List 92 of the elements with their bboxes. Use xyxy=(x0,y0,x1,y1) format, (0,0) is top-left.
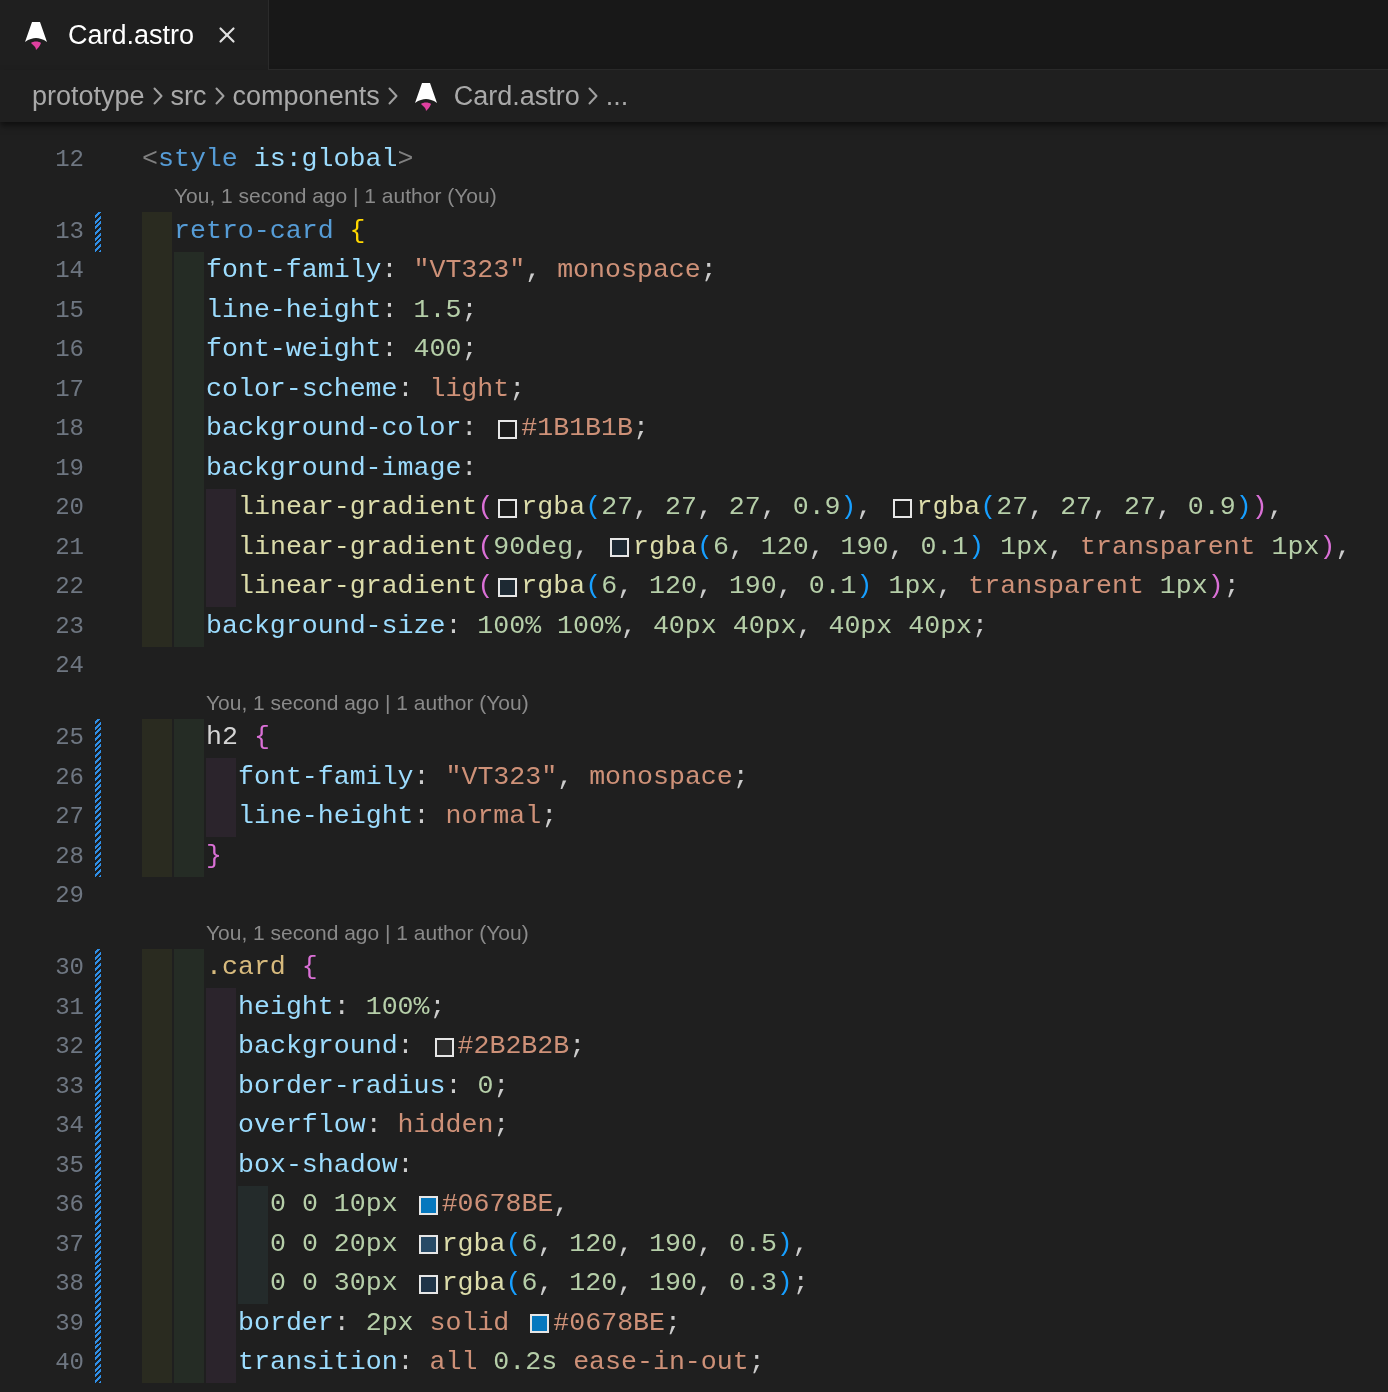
code-text: rgba(6, 120, 190, 0.3); xyxy=(441,1267,809,1301)
code-text: 0 0 20px xyxy=(270,1227,399,1261)
line-number: 14 xyxy=(54,259,84,284)
code-text: background-image: xyxy=(206,451,478,485)
chevron-right-icon xyxy=(152,87,163,105)
blame-annotation: You, 1 second ago | 1 author (You) xyxy=(206,919,529,946)
code-text: retro-card { xyxy=(174,214,366,248)
line-number: 20 xyxy=(54,496,84,521)
color-swatch-icon[interactable] xyxy=(530,1314,550,1334)
line-number: 28 xyxy=(54,844,84,869)
breadcrumb-item[interactable]: src xyxy=(170,75,207,117)
editor-tab[interactable]: Card.astro xyxy=(0,0,268,70)
line-number: 38 xyxy=(54,1272,84,1297)
line-number: 40 xyxy=(54,1351,84,1376)
chevron-right-icon xyxy=(387,87,398,105)
color-swatch-icon[interactable] xyxy=(434,1037,454,1057)
chevron-right-icon xyxy=(587,87,598,105)
rocket-logo-icon xyxy=(413,81,438,111)
line-number: 36 xyxy=(54,1193,84,1218)
code-text: #2B2B2B; xyxy=(457,1030,586,1064)
color-swatch-icon[interactable] xyxy=(418,1274,438,1294)
color-swatch-icon[interactable] xyxy=(610,538,630,558)
line-number: 12 xyxy=(54,147,84,172)
code-text: border: 2px solid xyxy=(238,1306,511,1340)
color-swatch-icon[interactable] xyxy=(418,1235,438,1255)
breadcrumb-item[interactable]: Card.astro xyxy=(453,75,580,117)
code-text: box-shadow: xyxy=(238,1148,414,1182)
code-text: } xyxy=(206,839,222,873)
blame-annotation: You, 1 second ago | 1 author (You) xyxy=(206,689,529,716)
code-text: h2 { xyxy=(206,721,270,755)
line-number: 35 xyxy=(54,1153,84,1178)
code-text: color-scheme: light; xyxy=(206,372,526,406)
code-text: font-family: "VT323", monospace; xyxy=(238,760,749,794)
line-number: 27 xyxy=(54,805,84,830)
color-swatch-icon[interactable] xyxy=(498,498,518,518)
code-text: overflow: hidden; xyxy=(238,1109,510,1143)
line-number: 19 xyxy=(54,456,84,481)
chevron-right-icon xyxy=(214,87,225,105)
line-number: 33 xyxy=(54,1074,84,1099)
tab-label: Card.astro xyxy=(68,18,195,52)
line-number: 18 xyxy=(54,417,84,442)
line-number: 15 xyxy=(54,298,84,323)
code-text: rgba(27, 27, 27, 0.9)), xyxy=(916,491,1284,525)
code-text: background: xyxy=(238,1030,415,1064)
code-text: <style is:global> xyxy=(142,142,414,176)
line-number: 34 xyxy=(54,1114,84,1139)
breadcrumb-item[interactable]: components xyxy=(232,75,380,117)
code-text: line-height: normal; xyxy=(238,800,558,834)
code-text: 0 0 30px xyxy=(270,1267,399,1301)
line-number: 30 xyxy=(54,956,84,981)
line-number: 16 xyxy=(54,338,84,363)
color-swatch-icon[interactable] xyxy=(498,577,518,597)
color-swatch-icon[interactable] xyxy=(498,419,518,439)
code-text: #0678BE; xyxy=(553,1306,681,1340)
code-text: background-color: xyxy=(206,412,479,446)
blame-annotation: You, 1 second ago | 1 author (You) xyxy=(174,183,497,209)
code-text: linear-gradient( xyxy=(238,570,494,604)
code-text: #0678BE, xyxy=(441,1188,570,1222)
code-text: rgba(27, 27, 27, 0.9), xyxy=(521,491,874,525)
line-number: 24 xyxy=(54,654,84,679)
color-swatch-icon[interactable] xyxy=(893,498,913,518)
line-number: 13 xyxy=(54,219,84,244)
line-number: 26 xyxy=(54,765,84,790)
code-text: border-radius: 0; xyxy=(238,1069,510,1103)
breadcrumb-item[interactable]: prototype xyxy=(32,75,145,117)
line-number: 32 xyxy=(54,1035,84,1060)
line-number: 17 xyxy=(54,377,84,402)
code-text: background-size: 100% 100%, 40px 40px, 40px 40px; xyxy=(206,609,989,643)
code-text: rgba(6, 120, 190, 0.1) 1px, transparent 1px); xyxy=(521,570,1240,604)
line-number: 37 xyxy=(54,1232,84,1257)
line-number: 39 xyxy=(54,1311,84,1336)
code-text: font-weight: 400; xyxy=(206,333,478,367)
code-text: linear-gradient(90deg, xyxy=(238,530,591,564)
line-number: 22 xyxy=(54,575,84,600)
breadcrumb-item[interactable]: ... xyxy=(605,75,629,117)
code-text: font-family: "VT323", monospace; xyxy=(206,254,717,288)
code-text: #1B1B1B; xyxy=(521,412,649,446)
code-text: transition: all 0.2s ease-in-out; xyxy=(238,1346,765,1380)
line-number: 21 xyxy=(54,535,84,560)
code-text: rgba(6, 120, 190, 0.1) 1px, transparent 1px), xyxy=(633,530,1352,564)
line-number: 23 xyxy=(54,614,84,639)
line-number: 25 xyxy=(54,726,84,751)
rocket-logo-icon xyxy=(24,20,48,50)
code-text: rgba(6, 120, 190, 0.5), xyxy=(441,1227,809,1261)
color-swatch-icon[interactable] xyxy=(418,1195,438,1215)
code-text: height: 100%; xyxy=(238,990,446,1024)
code-text: linear-gradient( xyxy=(238,491,494,525)
line-number: 29 xyxy=(54,884,84,909)
line-number: 31 xyxy=(54,995,84,1020)
code-text: line-height: 1.5; xyxy=(206,293,478,327)
code-text: 0 0 10px xyxy=(270,1188,399,1222)
code-text: .card { xyxy=(206,951,318,985)
